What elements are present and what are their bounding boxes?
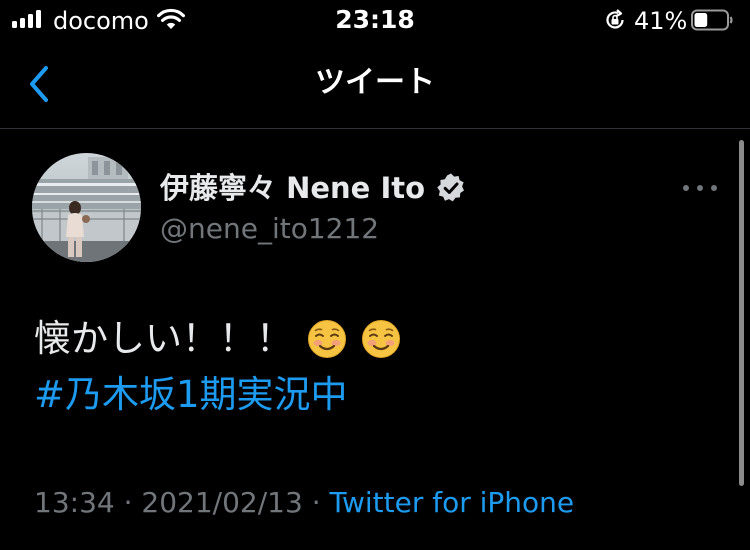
meta-separator: · xyxy=(114,486,142,519)
more-horizontal-icon xyxy=(683,185,689,191)
page-title: ツイート xyxy=(315,65,435,100)
wifi-icon xyxy=(157,8,185,29)
rotation-lock-icon xyxy=(606,9,624,29)
smiling-face-icon xyxy=(308,320,346,358)
meta-separator: · xyxy=(302,486,330,519)
scrollbar[interactable] xyxy=(739,140,744,486)
tweet-hashtag-line: #乃木坂1期実況中 xyxy=(34,367,694,423)
tweet-text-line: 懐かしい！！！ xyxy=(34,311,694,367)
verified-badge-icon xyxy=(437,173,465,202)
tweet-body: 懐かしい！！！ #乃木坂1期実況中 xyxy=(34,311,694,423)
display-name: 伊藤寧々 Nene Ito xyxy=(160,171,426,205)
author-handle[interactable]: @nene_ito1212 xyxy=(160,210,379,248)
carrier-name: docomo xyxy=(53,7,149,35)
chevron-left-icon xyxy=(30,66,48,102)
battery-percentage: 41% xyxy=(634,7,688,35)
navigation-bar: ツイート xyxy=(0,40,750,129)
tweet-time: 13:34 xyxy=(34,486,115,519)
smiling-face-icon xyxy=(362,320,400,358)
tweet-date: 2021/02/13 xyxy=(141,486,303,519)
back-button[interactable] xyxy=(20,62,60,106)
battery-icon xyxy=(691,9,733,31)
tweet-source-link[interactable]: Twitter for iPhone xyxy=(330,486,575,519)
author-name-row[interactable]: 伊藤寧々 Nene Ito xyxy=(160,168,467,208)
tweet-metadata: 13:34 · 2021/02/13 · Twitter for iPhone xyxy=(34,484,574,522)
tweet-text: 懐かしい！！！ xyxy=(34,317,293,360)
more-options-button[interactable] xyxy=(683,178,717,198)
avatar[interactable] xyxy=(32,153,141,262)
status-bar: docomo 23:18 41% xyxy=(0,0,750,40)
profile-photo xyxy=(32,153,141,262)
cellular-signal-icon xyxy=(12,10,41,28)
hashtag-link[interactable]: #乃木坂1期実況中 xyxy=(34,373,348,416)
